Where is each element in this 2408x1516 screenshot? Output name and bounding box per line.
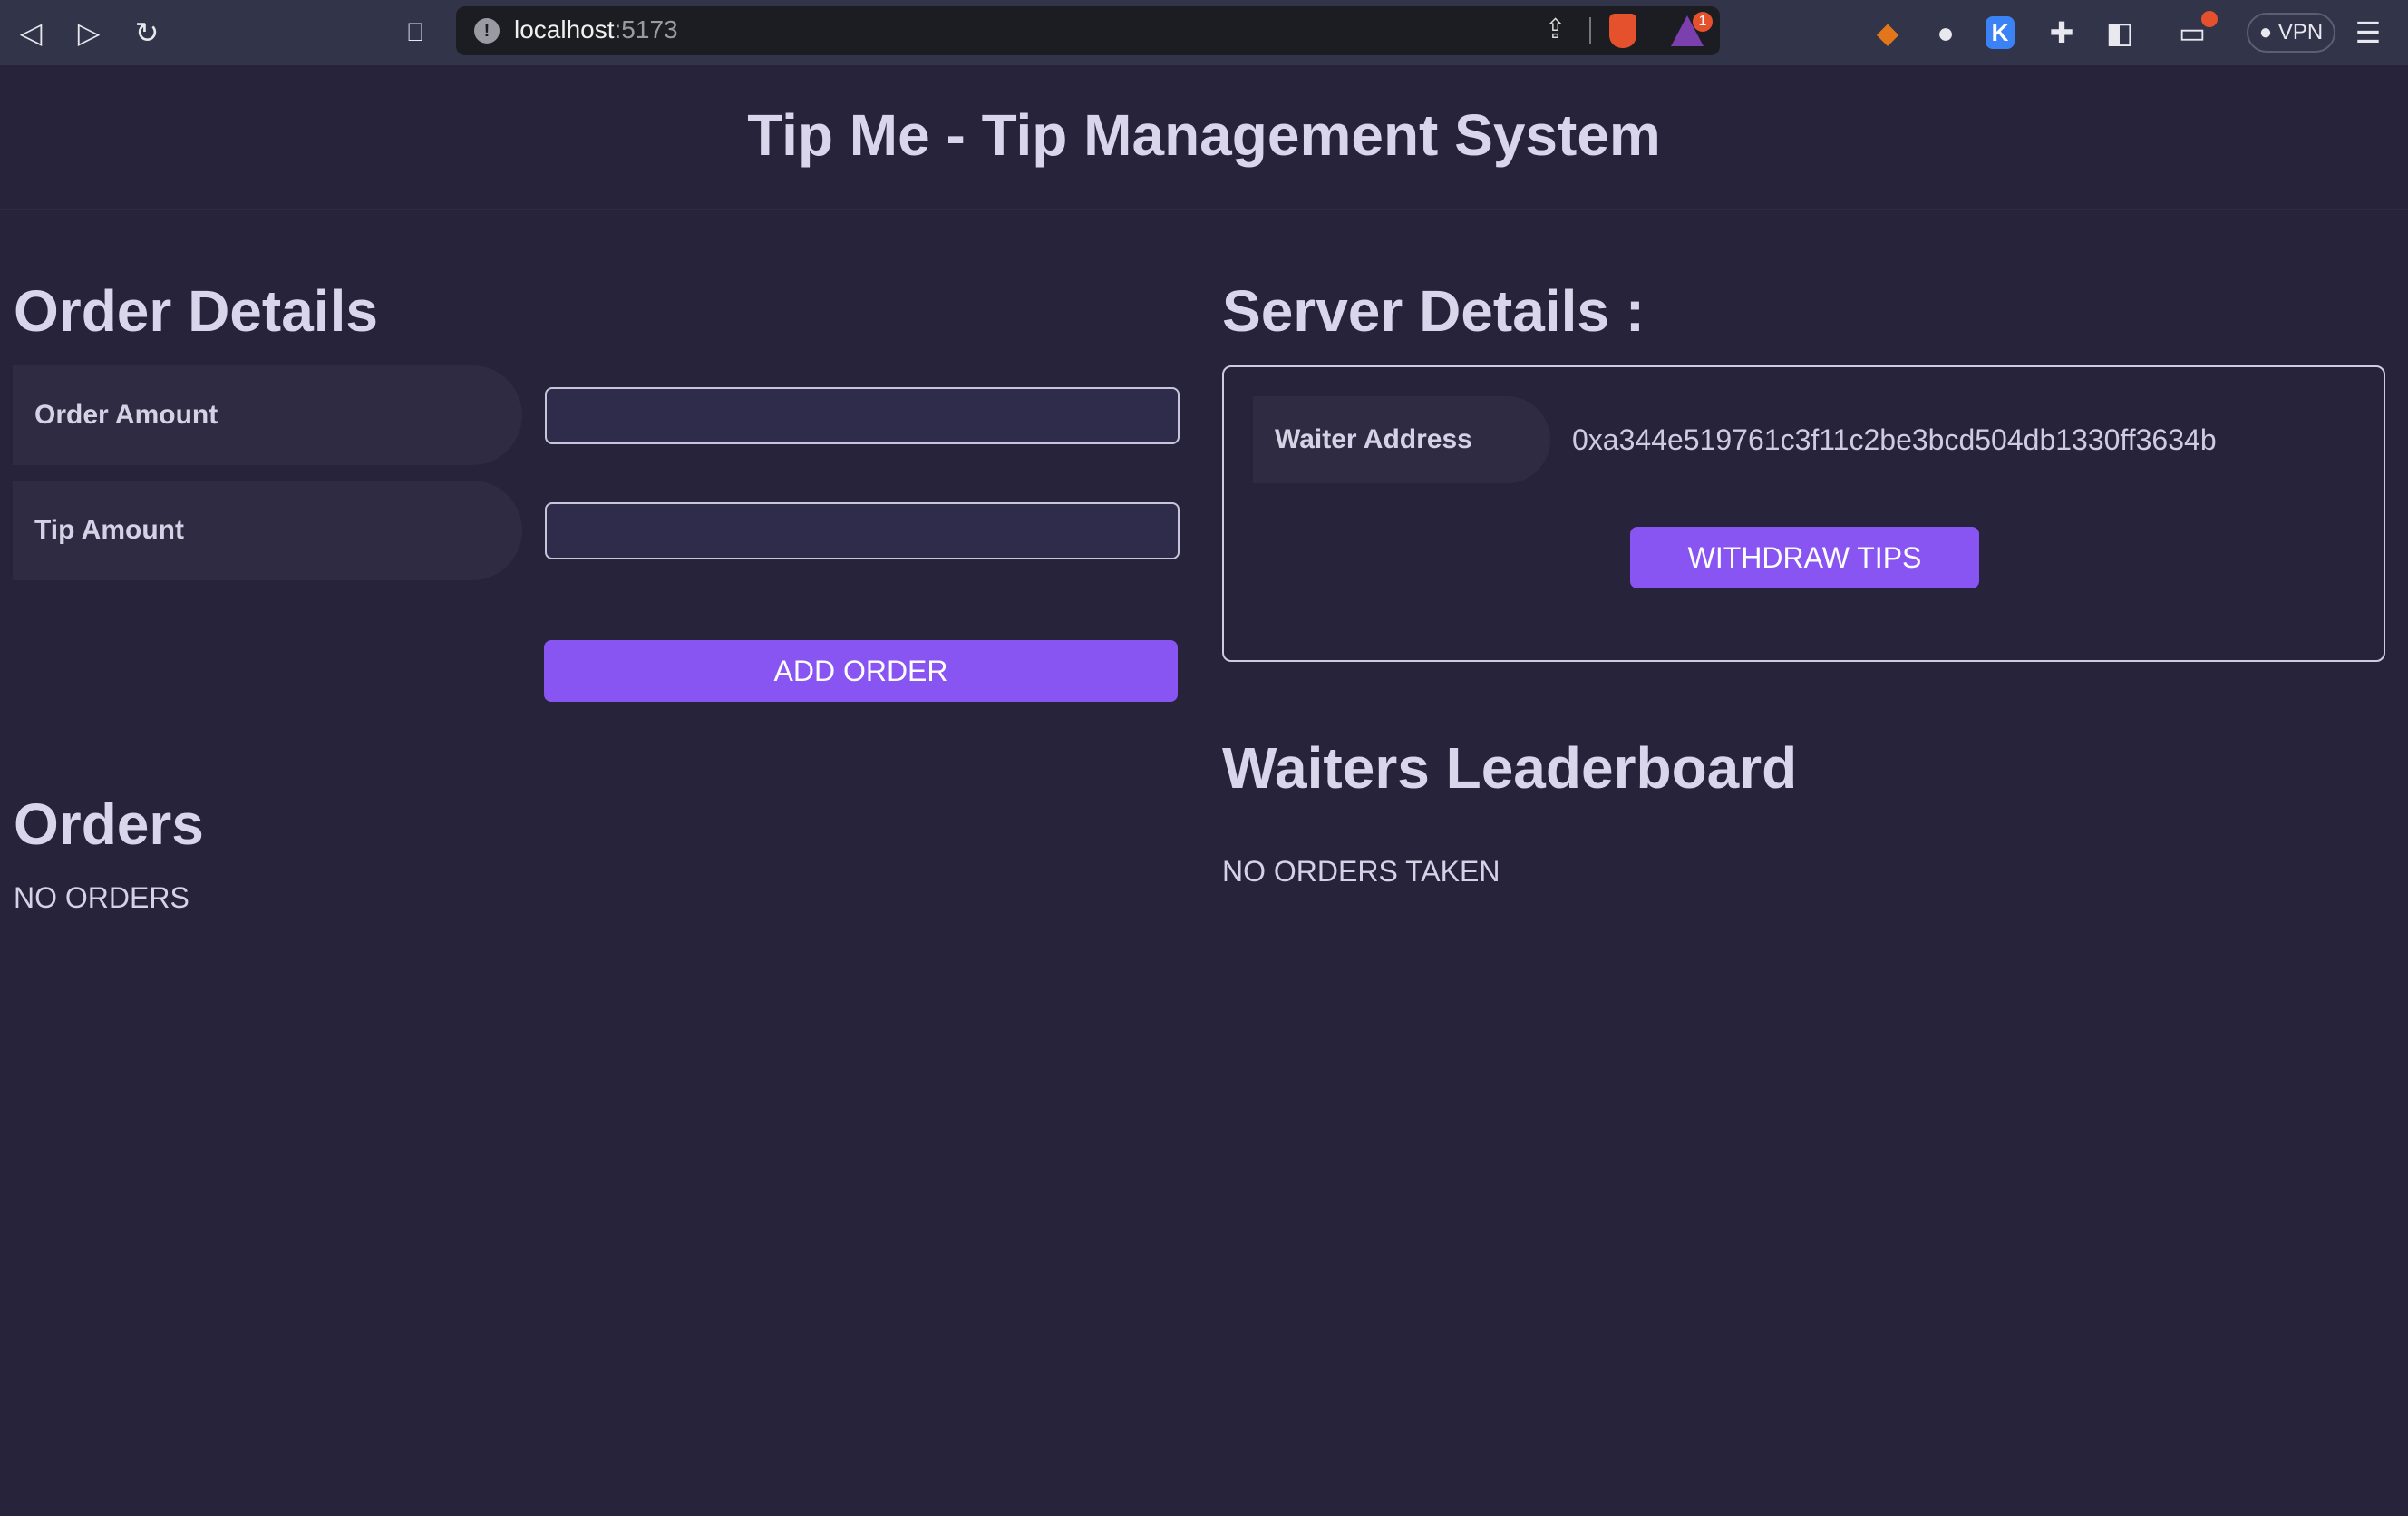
withdraw-tips-button[interactable]: WITHDRAW TIPS (1630, 527, 1979, 588)
waiter-address-label: Waiter Address (1253, 396, 1550, 483)
wallet-badge (2201, 11, 2218, 27)
tip-amount-input[interactable] (545, 502, 1180, 559)
server-details-card: Waiter Address 0xa344e519761c3f11c2be3bc… (1222, 365, 2385, 662)
order-amount-input[interactable] (545, 387, 1180, 444)
metamask-icon[interactable]: ◆ (1869, 15, 1906, 51)
orders-heading: Orders (14, 792, 204, 857)
vpn-label: VPN (2277, 20, 2324, 44)
app-header: Tip Me - Tip Management System (0, 65, 2408, 210)
brave-shields-icon[interactable] (1609, 14, 1636, 48)
share-icon[interactable]: ⇪ (1544, 14, 1567, 45)
browser-toolbar: ◁ ▷ ↻ ⎕ ! localhost:5173 ⇪ 1 ◆ ● K ✚ ◧ ▭… (0, 0, 2408, 65)
url-port: :5173 (614, 15, 678, 44)
back-icon[interactable]: ◁ (13, 15, 49, 51)
page-title: Tip Me - Tip Management System (747, 102, 1661, 168)
divider (1589, 17, 1591, 44)
url-text: localhost:5173 (514, 15, 678, 44)
extension-c-icon[interactable]: ● (1927, 15, 1964, 51)
reload-icon[interactable]: ↻ (129, 15, 165, 51)
server-details-heading: Server Details : (1222, 278, 1646, 344)
bookmark-icon[interactable]: ⎕ (397, 15, 433, 51)
order-amount-label: Order Amount (13, 365, 522, 465)
tip-amount-label: Tip Amount (13, 481, 522, 580)
sidebar-icon[interactable]: ◧ (2102, 15, 2138, 51)
extensions-puzzle-icon[interactable]: ✚ (2044, 15, 2080, 51)
notification-badge: 1 (1693, 12, 1713, 32)
vpn-button[interactable]: ● VPN (2247, 13, 2335, 53)
order-details-heading: Order Details (14, 278, 378, 344)
no-orders-taken-text: NO ORDERS TAKEN (1222, 855, 1500, 888)
address-bar[interactable]: ! localhost:5173 ⇪ 1 (456, 6, 1720, 55)
site-info-icon[interactable]: ! (474, 18, 500, 44)
forward-icon[interactable]: ▷ (71, 15, 107, 51)
menu-icon[interactable]: ☰ (2350, 15, 2386, 51)
extension-k-icon[interactable]: K (1986, 16, 2015, 49)
url-host: localhost (514, 15, 615, 44)
waiter-address-value: 0xa344e519761c3f11c2be3bcd504db1330ff363… (1572, 423, 2217, 456)
leaderboard-heading: Waiters Leaderboard (1222, 735, 1798, 801)
add-order-button[interactable]: ADD ORDER (544, 640, 1178, 702)
no-orders-text: NO ORDERS (14, 881, 189, 914)
